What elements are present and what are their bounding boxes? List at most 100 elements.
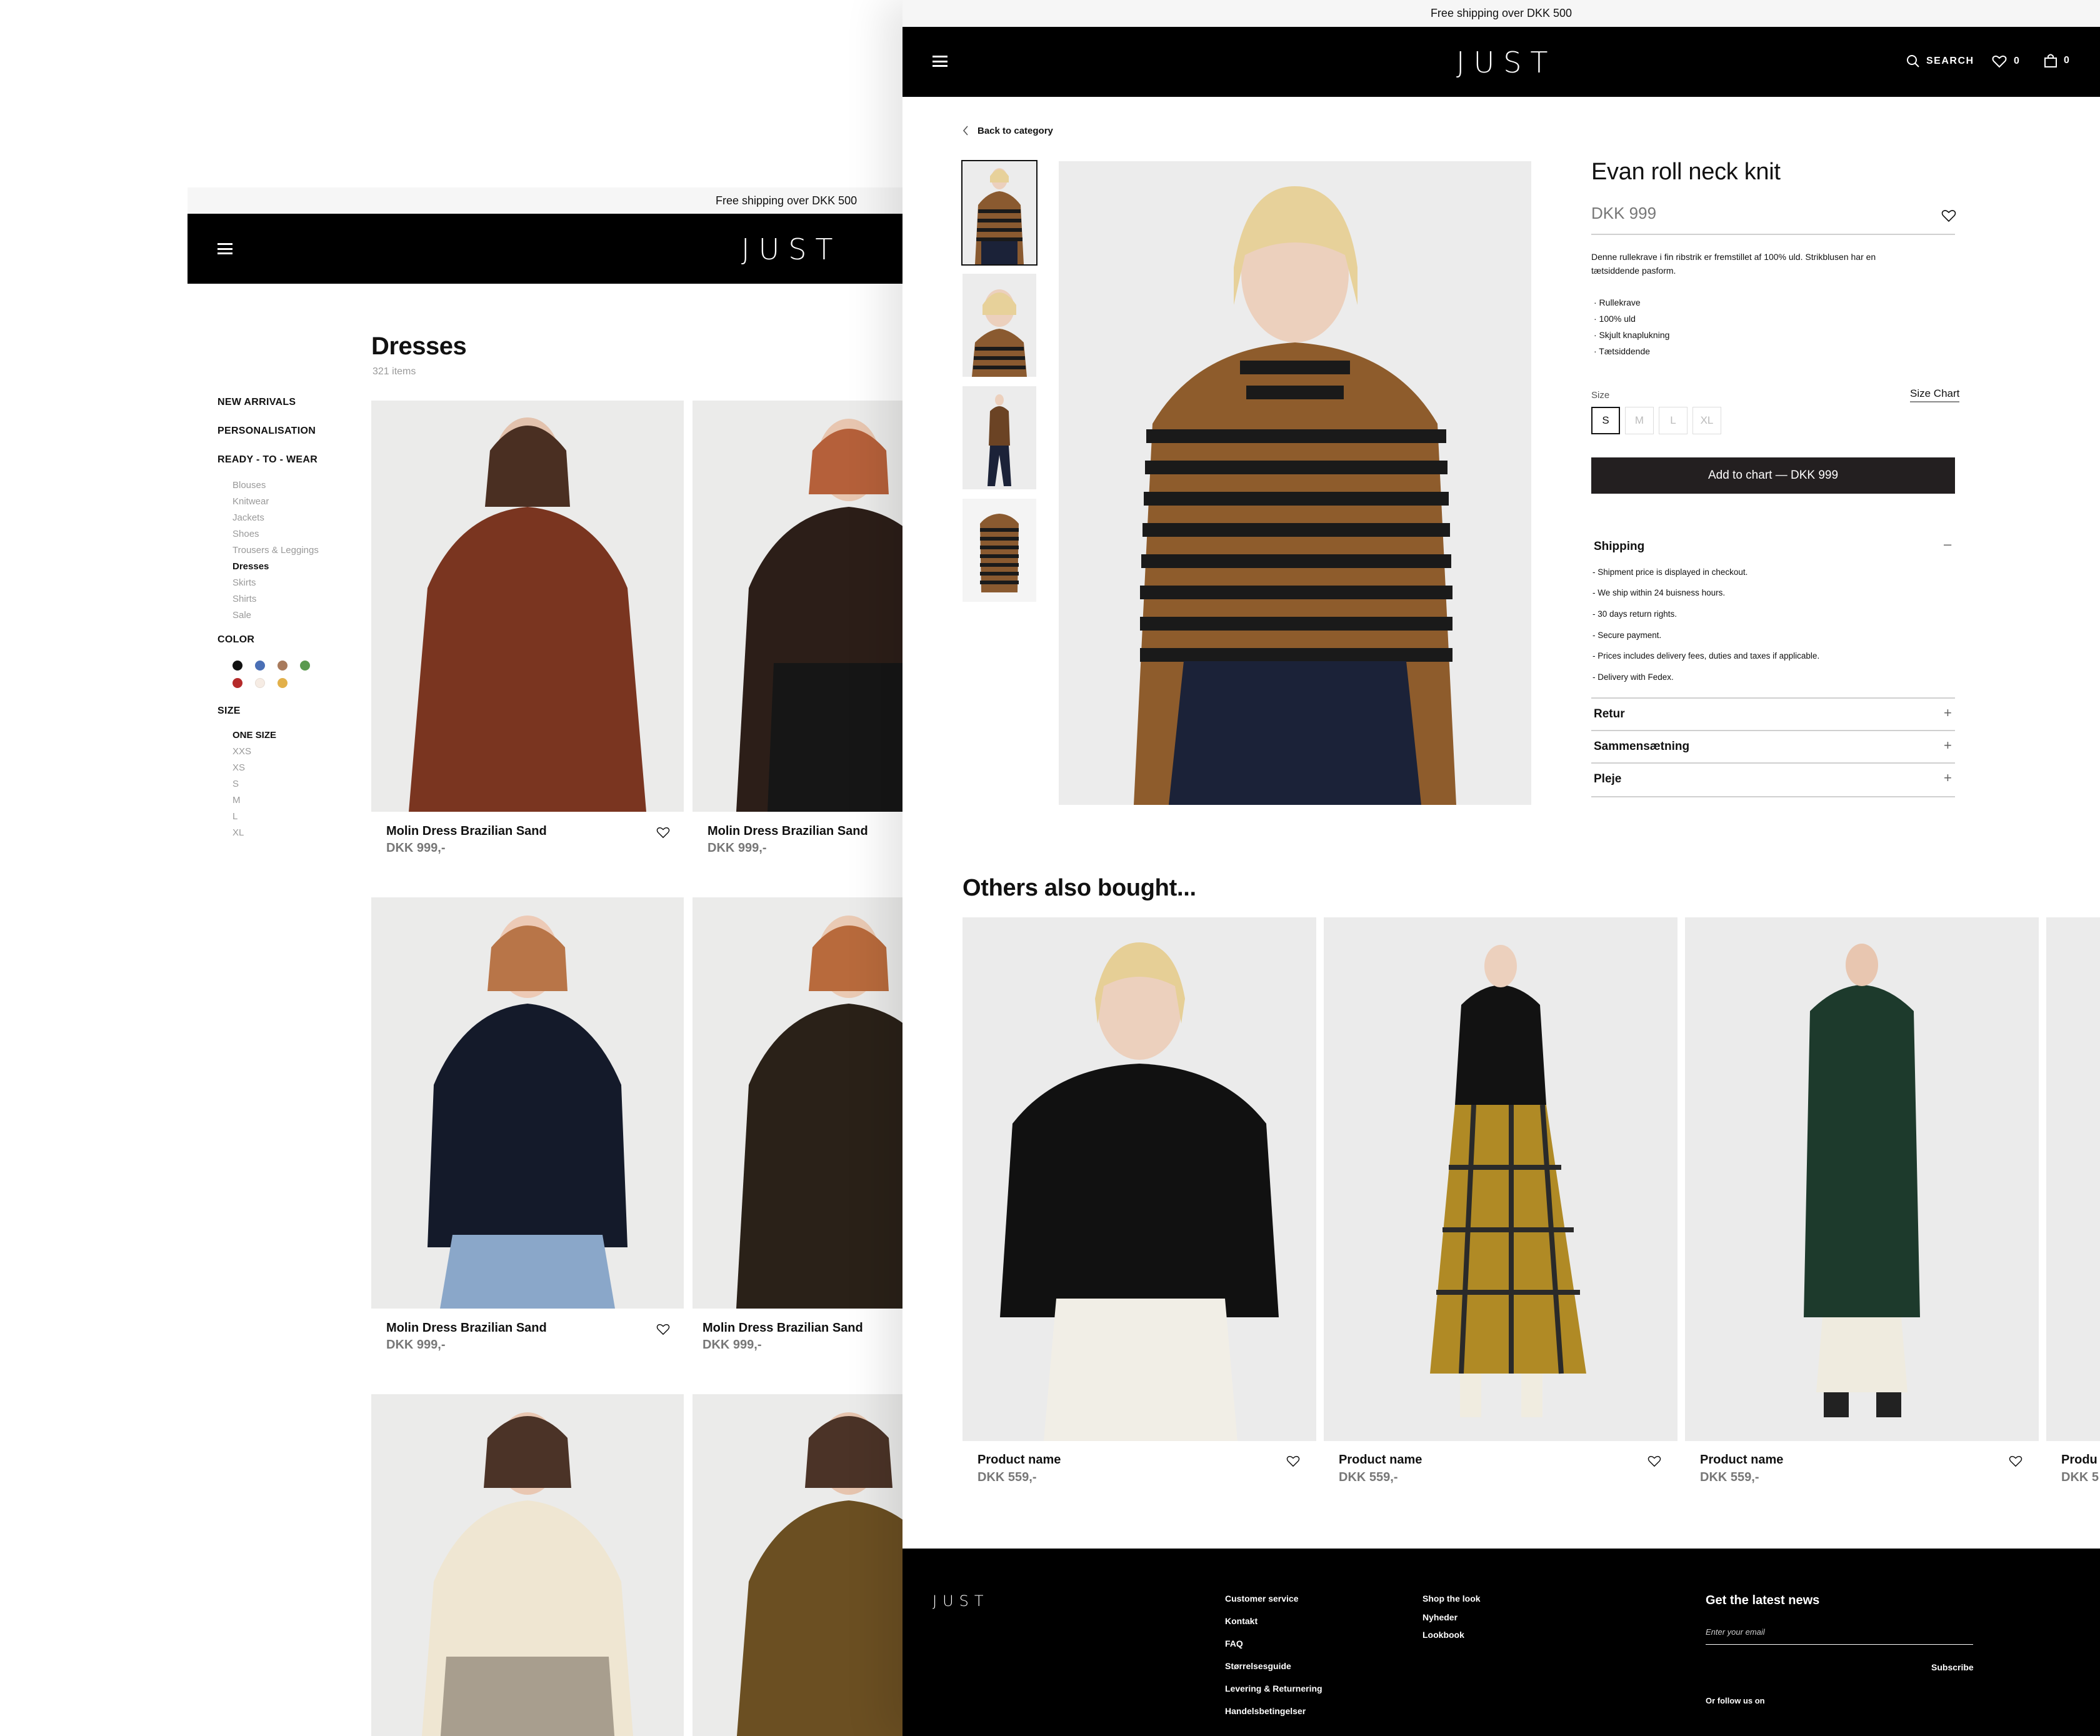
recommendation-name[interactable]: Product name	[1700, 1453, 1783, 1467]
product-thumbnail[interactable]	[961, 160, 1038, 266]
product-description: Denne rullekrave i fin ribstrik er frems…	[1591, 252, 1876, 276]
footer-link[interactable]: FAQ	[1225, 1639, 1243, 1649]
subscribe-button[interactable]: Subscribe	[1931, 1662, 1974, 1672]
size-filter-s[interactable]: S	[232, 779, 239, 789]
size-filter-xxs[interactable]: XXS	[232, 746, 251, 757]
nav-new-arrivals[interactable]: NEW ARRIVALS	[218, 397, 296, 408]
size-filter-l[interactable]: L	[232, 811, 238, 822]
back-to-category-link[interactable]: Back to category	[962, 125, 1053, 136]
subcat-shoes[interactable]: Shoes	[232, 529, 259, 539]
size-filter-label: SIZE	[218, 706, 241, 716]
shipping-accordion-header[interactable]: Shipping	[1594, 540, 1644, 554]
subcat-sale[interactable]: Sale	[232, 610, 251, 621]
divider	[1591, 796, 1955, 797]
size-option-m[interactable]: M	[1625, 407, 1654, 434]
menu-icon[interactable]	[932, 56, 948, 67]
product-price: DKK 999	[1591, 204, 1657, 222]
size-filter-xl[interactable]: XL	[232, 827, 244, 838]
email-input[interactable]: Enter your email	[1706, 1622, 1973, 1645]
heart-icon[interactable]	[2009, 1455, 2022, 1467]
heart-icon[interactable]	[1648, 1455, 1661, 1467]
product-image[interactable]	[371, 1394, 684, 1736]
color-swatch-cream[interactable]	[255, 678, 265, 688]
subcat-shirts[interactable]: Shirts	[232, 594, 256, 604]
color-swatch-brown[interactable]	[278, 661, 288, 671]
footer-logo[interactable]: JUST	[932, 1592, 989, 1610]
size-option-s[interactable]: S	[1591, 407, 1620, 434]
product-name[interactable]: Molin Dress Brazilian Sand	[702, 1321, 863, 1335]
cart-button[interactable]: 0	[2044, 53, 2070, 68]
product-name[interactable]: Molin Dress Brazilian Sand	[386, 824, 547, 839]
product-price: DKK 999,-	[386, 1338, 446, 1352]
recommendation-image[interactable]	[1685, 917, 2039, 1441]
expand-icon[interactable]: +	[1944, 770, 1952, 786]
feature-bullet: · Rullekrave	[1594, 297, 1641, 307]
color-swatch-black[interactable]	[232, 661, 242, 671]
logo[interactable]: JUST	[741, 232, 842, 266]
divider	[1591, 730, 1955, 731]
product-thumbnail[interactable]	[962, 274, 1036, 377]
category-header: JUST	[188, 214, 1000, 284]
expand-icon[interactable]: +	[1944, 737, 1952, 754]
heart-icon[interactable]	[656, 1323, 670, 1335]
return-accordion-header[interactable]: Retur	[1594, 707, 1625, 721]
composition-accordion-header[interactable]: Sammensætning	[1594, 740, 1689, 754]
expand-icon[interactable]: +	[1944, 705, 1952, 721]
product-price: DKK 999,-	[708, 841, 767, 855]
size-filter-one-size[interactable]: ONE SIZE	[232, 730, 276, 741]
newsletter-title: Get the latest news	[1706, 1594, 1820, 1607]
product-image[interactable]	[371, 897, 684, 1309]
collapse-icon[interactable]: –	[1944, 536, 1951, 552]
footer-link[interactable]: Handelsbetingelser	[1225, 1706, 1306, 1716]
footer-link[interactable]: Nyheder	[1422, 1612, 1458, 1622]
heart-icon[interactable]	[1941, 209, 1956, 222]
search-button[interactable]: SEARCH	[1906, 54, 1974, 68]
product-thumbnail[interactable]	[962, 499, 1036, 602]
product-thumbnail[interactable]	[962, 386, 1036, 489]
subcat-dresses[interactable]: Dresses	[232, 561, 269, 572]
subcat-skirts[interactable]: Skirts	[232, 577, 256, 588]
footer-link[interactable]: Lookbook	[1422, 1630, 1464, 1640]
recommendation-image[interactable]	[2046, 917, 2100, 1441]
size-chart-link[interactable]: Size Chart	[1910, 387, 1960, 402]
logo[interactable]: JUST	[1456, 46, 1557, 79]
footer-link[interactable]: Customer service	[1225, 1594, 1299, 1604]
heart-icon[interactable]	[1286, 1455, 1300, 1467]
recommendation-name[interactable]: Product name	[1339, 1453, 1422, 1467]
color-swatch-yellow[interactable]	[278, 678, 288, 688]
recommendation-name[interactable]: Produ	[2061, 1453, 2098, 1467]
size-filter-m[interactable]: M	[232, 795, 241, 806]
wishlist-button[interactable]: 0	[1991, 54, 2020, 68]
menu-icon[interactable]	[218, 243, 232, 254]
recommendation-image[interactable]	[962, 917, 1316, 1441]
product-name[interactable]: Molin Dress Brazilian Sand	[708, 824, 868, 839]
add-to-cart-button[interactable]: Add to chart — DKK 999	[1591, 457, 1955, 494]
product-image[interactable]	[371, 401, 684, 812]
size-option-l[interactable]: L	[1659, 407, 1688, 434]
heart-icon[interactable]	[656, 826, 670, 839]
subcat-blouses[interactable]: Blouses	[232, 480, 266, 491]
footer-link[interactable]: Kontakt	[1225, 1616, 1258, 1626]
nav-ready-to-wear[interactable]: READY - TO - WEAR	[218, 454, 318, 466]
product-main-image[interactable]	[1059, 161, 1531, 805]
follow-label: Or follow us on	[1706, 1696, 1765, 1705]
footer-link[interactable]: Shop the look	[1422, 1594, 1481, 1604]
recommendation-name[interactable]: Product name	[978, 1453, 1061, 1467]
feature-bullet: · Tætsiddende	[1594, 346, 1651, 356]
color-swatch-green[interactable]	[300, 661, 310, 671]
footer-link[interactable]: Levering & Returnering	[1225, 1684, 1322, 1694]
color-swatch-blue[interactable]	[255, 661, 265, 671]
size-filter-xs[interactable]: XS	[232, 762, 245, 773]
subcat-jackets[interactable]: Jackets	[232, 512, 264, 523]
size-label: Size	[1591, 390, 1610, 401]
nav-personalisation[interactable]: PERSONALISATION	[218, 426, 316, 437]
color-swatch-red[interactable]	[232, 678, 242, 688]
subcat-trousers[interactable]: Trousers & Leggings	[232, 545, 319, 556]
care-accordion-header[interactable]: Pleje	[1594, 772, 1621, 786]
footer-link[interactable]: Størrelsesguide	[1225, 1661, 1291, 1671]
size-option-xl[interactable]: XL	[1692, 407, 1721, 434]
recommendation-image[interactable]	[1324, 917, 1678, 1441]
product-name[interactable]: Molin Dress Brazilian Sand	[386, 1321, 547, 1335]
subcat-knitwear[interactable]: Knitwear	[232, 496, 269, 507]
divider	[1591, 234, 1955, 235]
